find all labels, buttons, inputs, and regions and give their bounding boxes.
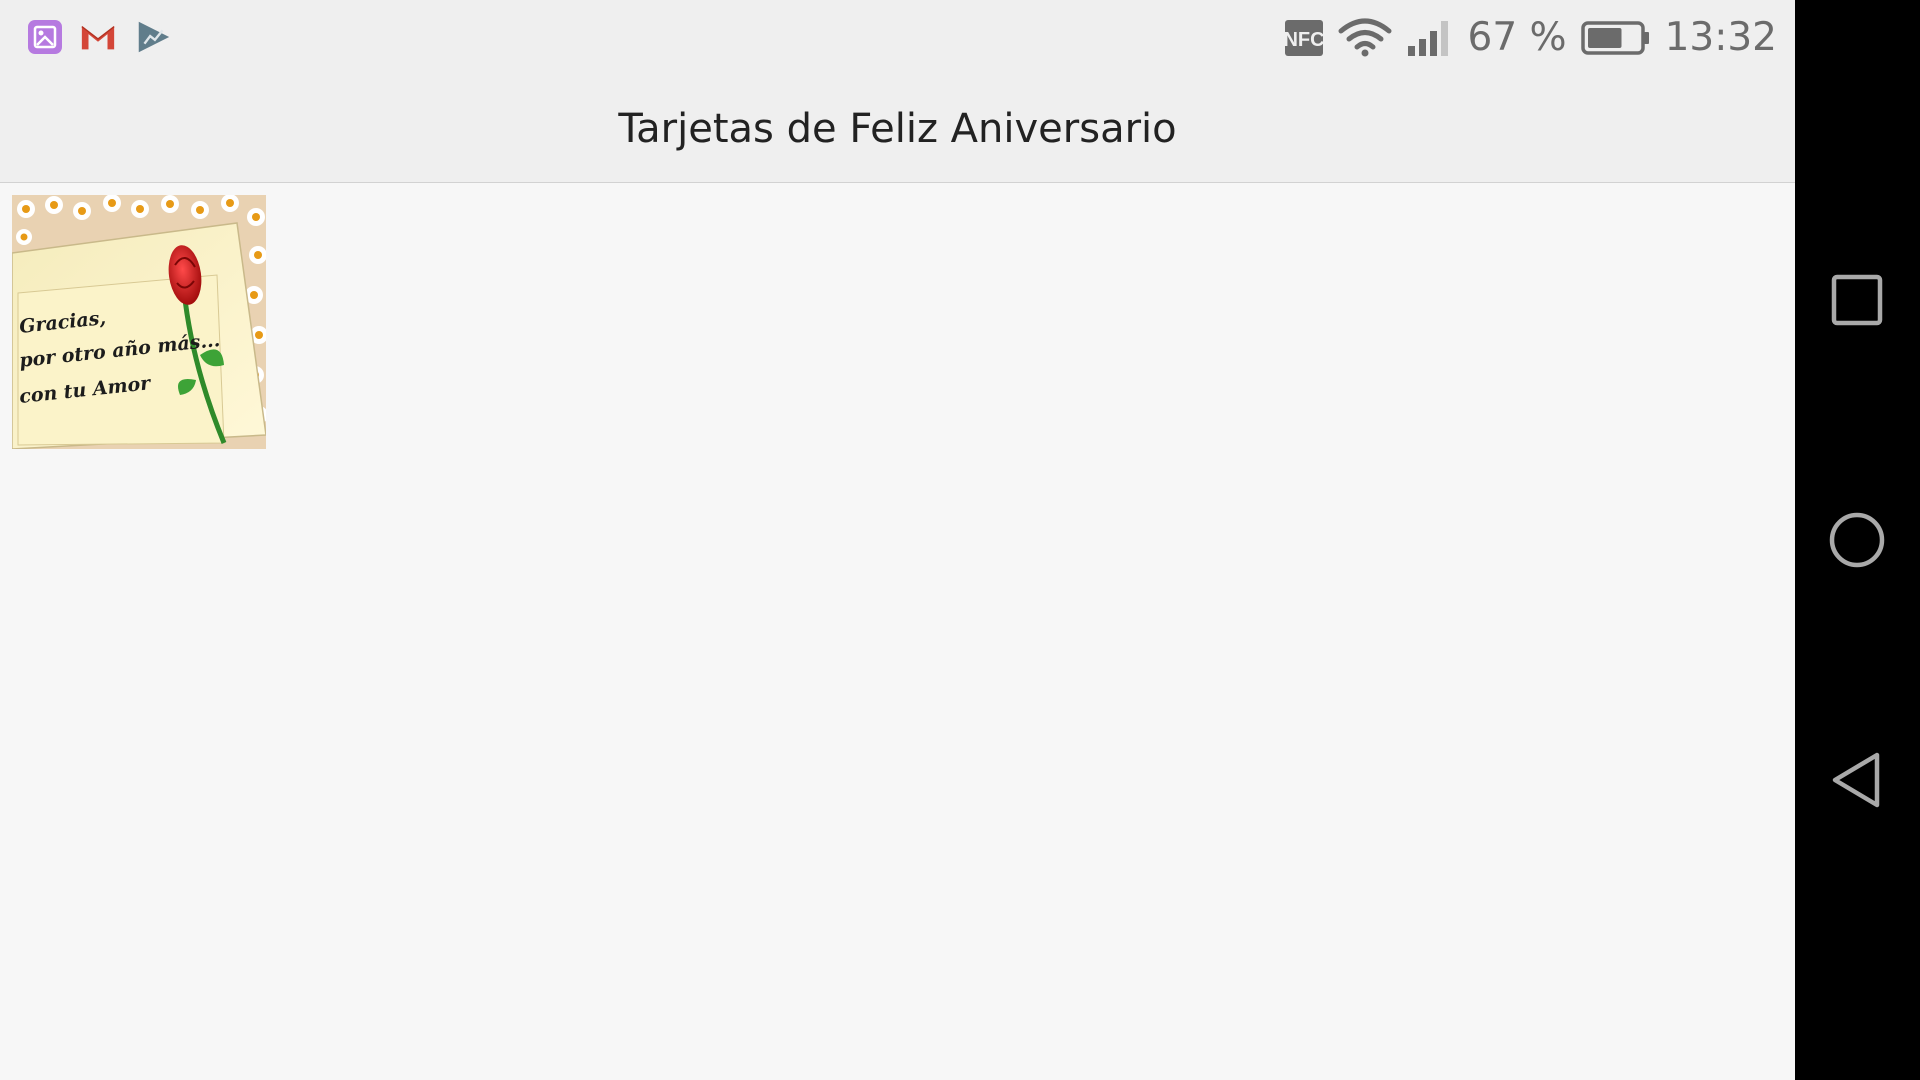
navigation-bar <box>1795 0 1920 1080</box>
anniversary-card-thumbnail[interactable]: Gracias, por otro año más... con tu Amor <box>11 194 268 450</box>
clock: 13:32 <box>1664 15 1777 60</box>
gallery-app-icon <box>28 20 62 54</box>
svg-text:NFC: NFC <box>1284 29 1324 51</box>
app-title-bar: Tarjetas de Feliz Aniversario <box>0 75 1795 183</box>
triangle-back-icon <box>1832 752 1880 808</box>
battery-percentage: 67 % <box>1467 15 1567 60</box>
circle-icon <box>1829 512 1885 568</box>
square-icon <box>1831 274 1883 326</box>
nfc-icon: NFC <box>1284 19 1324 56</box>
battery-icon <box>1580 20 1649 55</box>
back-button[interactable] <box>1827 750 1887 810</box>
status-indicators: NFC 67 % 13:32 <box>1284 0 1778 75</box>
signal-icon <box>1407 20 1448 56</box>
status-bar: NFC 67 % 13:32 <box>0 0 1795 75</box>
home-button[interactable] <box>1827 510 1887 570</box>
battery-fill <box>1587 27 1622 48</box>
wifi-icon <box>1338 18 1391 56</box>
play-console-icon <box>138 21 170 53</box>
gmail-icon <box>81 25 115 50</box>
page-title: Tarjetas de Feliz Aniversario <box>618 105 1177 152</box>
card-image: Gracias, por otro año más... con tu Amor <box>11 194 268 450</box>
app-screen: NFC 67 % 13:32 Tarjetas de Feliz Anivers… <box>0 0 1795 1080</box>
card-gallery: Gracias, por otro año más... con tu Amor <box>0 183 1795 1080</box>
recents-button[interactable] <box>1827 270 1887 330</box>
